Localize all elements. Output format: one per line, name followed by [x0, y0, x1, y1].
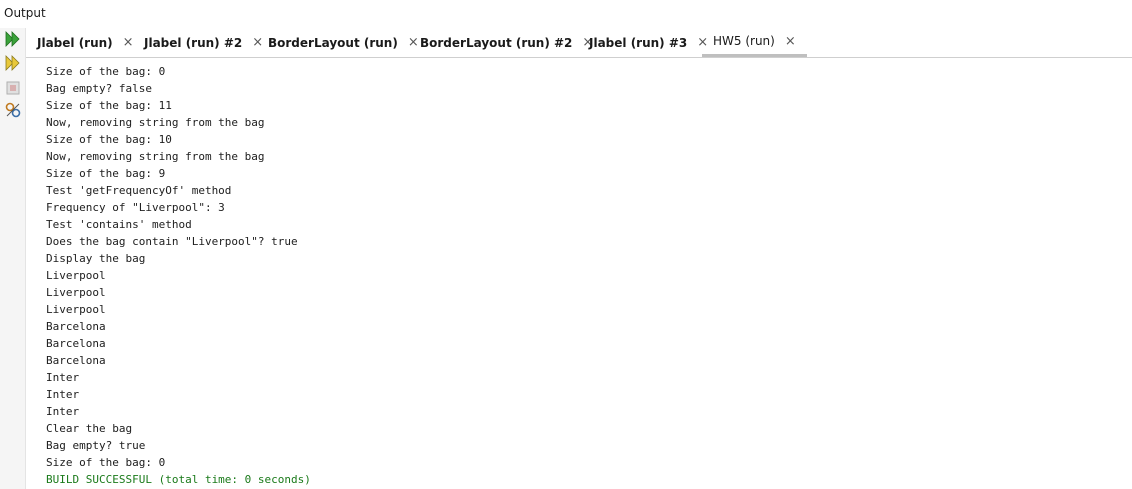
console-line: Liverpool — [46, 303, 106, 316]
output-window-title: Output — [0, 0, 1132, 28]
console-line: Liverpool — [46, 269, 106, 282]
console-line: Frequency of "Liverpool": 3 — [46, 201, 225, 214]
close-icon[interactable]: × — [785, 34, 796, 49]
rerun-with-options-icon[interactable] — [4, 54, 22, 72]
console-line: Inter — [46, 405, 80, 418]
close-icon[interactable]: × — [408, 35, 419, 50]
console-line: Barcelona — [46, 320, 106, 333]
console-line: Inter — [46, 371, 80, 384]
console-line: Size of the bag: 0 — [46, 456, 166, 469]
rerun-icon[interactable] — [4, 30, 22, 48]
tab-borderlayout-run[interactable]: BorderLayout (run) × — [268, 28, 419, 57]
console-line: Barcelona — [46, 337, 106, 350]
tab-label: BorderLayout (run) — [268, 35, 398, 50]
tab-label: BorderLayout (run) #2 — [420, 35, 573, 50]
console-line: Does the bag contain "Liverpool"? true — [46, 235, 298, 248]
output-toolbar — [0, 28, 26, 489]
tab-borderlayout-run-2[interactable]: BorderLayout (run) #2 × — [420, 28, 593, 57]
console-line: Size of the bag: 11 — [46, 99, 172, 112]
tab-hw5-run[interactable]: HW5 (run) × — [702, 28, 807, 57]
build-status-line: BUILD SUCCESSFUL (total time: 0 seconds) — [46, 473, 311, 486]
close-icon[interactable]: × — [252, 35, 263, 50]
console-line: Test 'contains' method — [46, 218, 192, 231]
console-line: Bag empty? true — [46, 439, 146, 452]
console-line: Display the bag — [46, 252, 146, 265]
output-tab-bar: Jlabel (run) × Jlabel (run) #2 × BorderL… — [26, 28, 1132, 58]
console-line: Bag empty? false — [46, 82, 152, 95]
console-line: Barcelona — [46, 354, 106, 367]
stop-icon[interactable] — [4, 79, 22, 97]
console-line: Clear the bag — [46, 422, 133, 435]
console-line: Liverpool — [46, 286, 106, 299]
tab-label: HW5 (run) — [713, 34, 775, 48]
console-output[interactable]: Size of the bag: 0 Bag empty? false Size… — [27, 59, 1132, 489]
tab-label: Jlabel (run) #3 — [589, 35, 688, 50]
console-line: Now, removing string from the bag — [46, 116, 265, 129]
tab-label: Jlabel (run) #2 — [144, 35, 243, 50]
console-line: Size of the bag: 0 — [46, 65, 166, 78]
console-line: Inter — [46, 388, 80, 401]
tab-jlabel-run[interactable]: Jlabel (run) × — [37, 28, 134, 57]
settings-icon[interactable] — [4, 101, 22, 119]
console-line: Now, removing string from the bag — [46, 150, 265, 163]
tab-label: Jlabel (run) — [37, 35, 113, 50]
console-line: Test 'getFrequencyOf' method — [46, 184, 232, 197]
close-icon[interactable]: × — [123, 35, 134, 50]
console-line: Size of the bag: 10 — [46, 133, 172, 146]
tab-jlabel-run-2[interactable]: Jlabel (run) #2 × — [144, 28, 263, 57]
tab-jlabel-run-3[interactable]: Jlabel (run) #3 × — [589, 28, 708, 57]
console-line: Size of the bag: 9 — [46, 167, 166, 180]
